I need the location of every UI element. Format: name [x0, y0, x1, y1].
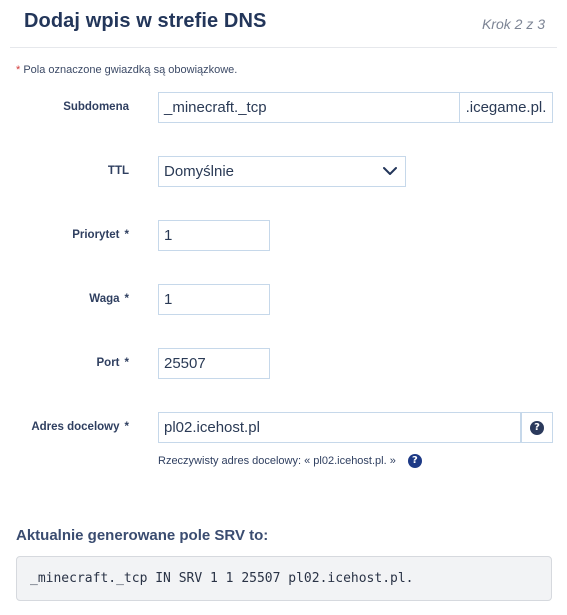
chevron-down-icon	[383, 167, 397, 175]
subdomain-label: Subdomena	[63, 101, 129, 113]
actual-target-hint: Rzeczywisty adres docelowy: « pl02.iceho…	[158, 454, 422, 468]
step-indicator: Krok 2 z 3	[481, 16, 545, 32]
target-address-input[interactable]: pl02.icehost.pl	[158, 412, 521, 443]
question-circle-icon[interactable]: ?	[407, 454, 422, 468]
target-address-label: Adres docelowy *	[31, 421, 129, 433]
actual-target-hint-text: Rzeczywisty adres docelowy: « pl02.iceho…	[158, 455, 396, 467]
required-fields-note: * Pola oznaczone gwiazdką są obowiązkowe…	[16, 64, 237, 76]
port-required-star: *	[124, 357, 129, 369]
header-divider	[10, 47, 557, 48]
port-input[interactable]: 25507	[158, 348, 270, 379]
srv-preview-heading: Aktualnie generowane pole SRV to:	[16, 527, 269, 544]
port-label: Port *	[96, 357, 129, 369]
ttl-selected-value: Domyślnie	[164, 163, 235, 180]
target-help-button[interactable]: ?	[521, 412, 553, 443]
weight-label: Waga *	[89, 293, 129, 305]
srv-record-preview: _minecraft._tcp IN SRV 1 1 25507 pl02.ic…	[16, 556, 552, 601]
required-star: *	[16, 64, 21, 76]
subdomain-suffix: .icegame.pl.	[460, 92, 553, 123]
weight-required-star: *	[124, 293, 129, 305]
question-circle-icon: ?	[530, 420, 544, 435]
priority-input[interactable]: 1	[158, 220, 270, 251]
ttl-select[interactable]: Domyślnie	[158, 156, 406, 187]
target-required-star: *	[124, 421, 129, 433]
ttl-label: TTL	[107, 165, 129, 177]
dns-record-form-page: Dodaj wpis w strefie DNS Krok 2 z 3 * Po…	[0, 0, 567, 615]
priority-required-star: *	[124, 229, 129, 241]
subdomain-input[interactable]: _minecraft._tcp	[158, 92, 460, 123]
required-note-text: Pola oznaczone gwiazdką są obowiązkowe.	[23, 64, 238, 76]
weight-input[interactable]: 1	[158, 284, 270, 315]
priority-label: Priorytet *	[72, 229, 129, 241]
page-title: Dodaj wpis w strefie DNS	[24, 10, 267, 32]
